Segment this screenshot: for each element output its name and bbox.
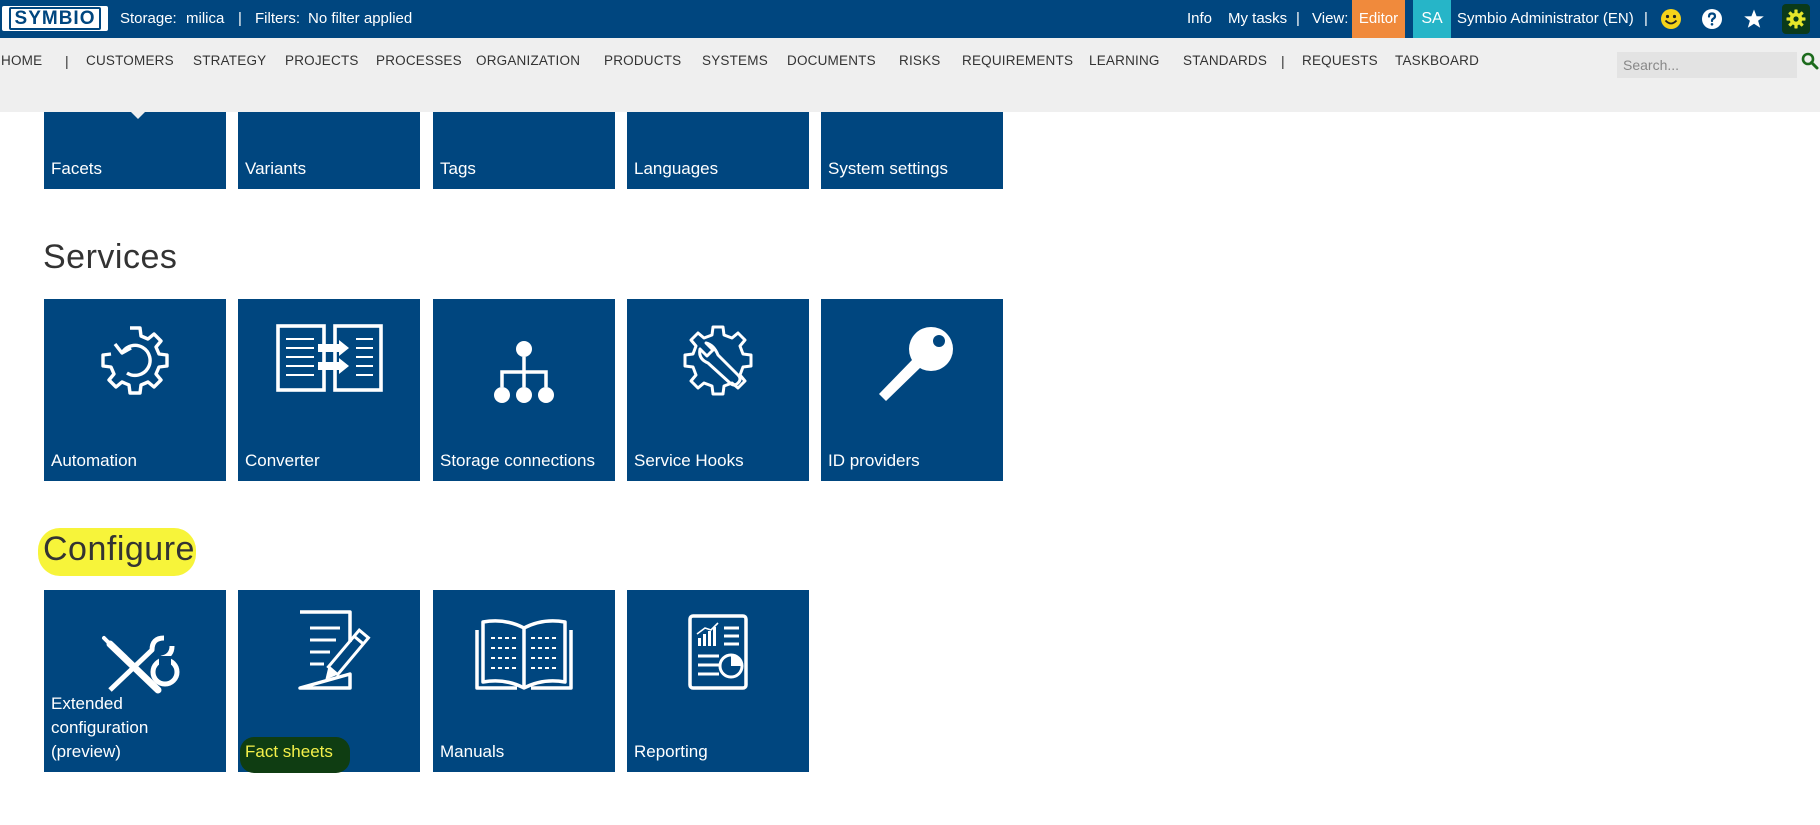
- tile-label: Storage connections: [440, 451, 595, 470]
- tile-id-providers[interactable]: ID providers: [821, 299, 1003, 481]
- tile-variants[interactable]: Variants: [238, 112, 420, 189]
- tile-system-settings[interactable]: System settings: [821, 112, 1003, 189]
- view-editor-button[interactable]: Editor: [1352, 0, 1405, 38]
- nav-strategy[interactable]: STRATEGY: [193, 38, 266, 84]
- avatar[interactable]: SA: [1413, 0, 1451, 38]
- tile-label: Extended configuration (preview): [51, 694, 149, 761]
- tile-languages[interactable]: Languages: [627, 112, 809, 189]
- search-input[interactable]: [1617, 52, 1797, 78]
- tile-fact-sheets[interactable]: Fact sheets: [238, 590, 420, 773]
- key-icon: [879, 327, 953, 401]
- automation-gear-icon: [101, 326, 169, 395]
- user-name[interactable]: Symbio Administrator (EN): [1457, 0, 1634, 38]
- nav-projects[interactable]: PROJECTS: [285, 38, 359, 84]
- report-icon: [688, 614, 748, 690]
- symbio-logo[interactable]: SYMBIO: [2, 6, 108, 31]
- tile-label: Reporting: [634, 742, 708, 761]
- filters-value[interactable]: No filter applied: [308, 0, 412, 38]
- nav-separator: |: [1281, 53, 1285, 69]
- hierarchy-icon: [494, 341, 554, 403]
- converter-icon: [276, 324, 383, 392]
- tile-facets[interactable]: Facets: [44, 112, 226, 189]
- nav-learning[interactable]: LEARNING: [1089, 38, 1160, 84]
- nav-processes[interactable]: PROCESSES: [376, 38, 462, 84]
- tile-label: Languages: [634, 159, 719, 178]
- nav-taskboard[interactable]: TASKBOARD: [1395, 38, 1479, 84]
- nav-home[interactable]: HOME: [1, 38, 42, 84]
- nav-documents[interactable]: DOCUMENTS: [787, 38, 876, 84]
- storage-label: Storage:: [120, 10, 177, 27]
- document-pencil-icon: [298, 610, 371, 690]
- services-heading: Services: [43, 238, 178, 276]
- tile-label: Tags: [440, 159, 476, 178]
- tile-storage-connections[interactable]: Storage connections: [433, 299, 615, 481]
- nav-products[interactable]: PRODUCTS: [604, 38, 681, 84]
- tile-label: Fact sheets: [245, 742, 333, 761]
- topbar-separator: |: [1644, 10, 1648, 27]
- info-link[interactable]: Info: [1187, 0, 1212, 38]
- tile-tags[interactable]: Tags: [433, 112, 615, 189]
- tile-extended-configuration[interactable]: Extended configuration (preview): [44, 590, 226, 772]
- tile-automation[interactable]: Automation: [44, 299, 226, 481]
- tile-label: Variants: [245, 159, 307, 178]
- nav-requirements[interactable]: REQUIREMENTS: [962, 38, 1073, 84]
- nav-customers[interactable]: CUSTOMERS: [86, 38, 174, 84]
- gear-wrench-icon: [683, 325, 753, 396]
- filters-label: Filters:: [255, 10, 300, 27]
- my-tasks-link[interactable]: My tasks: [1228, 0, 1287, 38]
- search-icon[interactable]: [1801, 52, 1819, 70]
- tile-label: Converter: [245, 451, 320, 470]
- topbar-separator: |: [238, 10, 242, 27]
- tile-converter[interactable]: Converter: [238, 299, 420, 481]
- help-icon[interactable]: [1701, 8, 1723, 30]
- nav-risks[interactable]: RISKS: [899, 38, 941, 84]
- tile-label: ID providers: [828, 451, 920, 470]
- tile-label: Manuals: [440, 742, 505, 761]
- tile-reporting[interactable]: Reporting: [627, 590, 809, 772]
- nav-requests[interactable]: REQUESTS: [1302, 38, 1378, 84]
- top-bar: SYMBIO Storage: milica | Filters: No fil…: [0, 0, 1820, 38]
- tile-label: Automation: [51, 451, 137, 470]
- tile-label: System settings: [828, 159, 948, 178]
- topbar-separator: |: [1296, 10, 1300, 27]
- tile-label: Facets: [51, 159, 103, 178]
- nav-standards[interactable]: STANDARDS: [1183, 38, 1267, 84]
- tile-service-hooks[interactable]: Service Hooks: [627, 299, 809, 481]
- book-icon: [475, 619, 573, 690]
- smiley-icon[interactable]: [1660, 8, 1682, 30]
- nav-organization[interactable]: ORGANIZATION: [476, 38, 580, 84]
- settings-gear-icon[interactable]: [1785, 8, 1807, 30]
- star-icon[interactable]: [1743, 8, 1765, 30]
- main-nav: HOME | CUSTOMERS STRATEGY PROJECTS PROCE…: [0, 38, 1820, 112]
- storage-value[interactable]: milica: [186, 0, 224, 38]
- active-tab-notch: [131, 112, 145, 119]
- view-label: View:: [1312, 10, 1349, 27]
- nav-separator: |: [65, 53, 69, 69]
- tile-label: Service Hooks: [634, 451, 744, 470]
- tile-manuals[interactable]: Manuals: [433, 590, 615, 772]
- configure-heading: Configure: [43, 530, 195, 568]
- nav-systems[interactable]: SYSTEMS: [702, 38, 768, 84]
